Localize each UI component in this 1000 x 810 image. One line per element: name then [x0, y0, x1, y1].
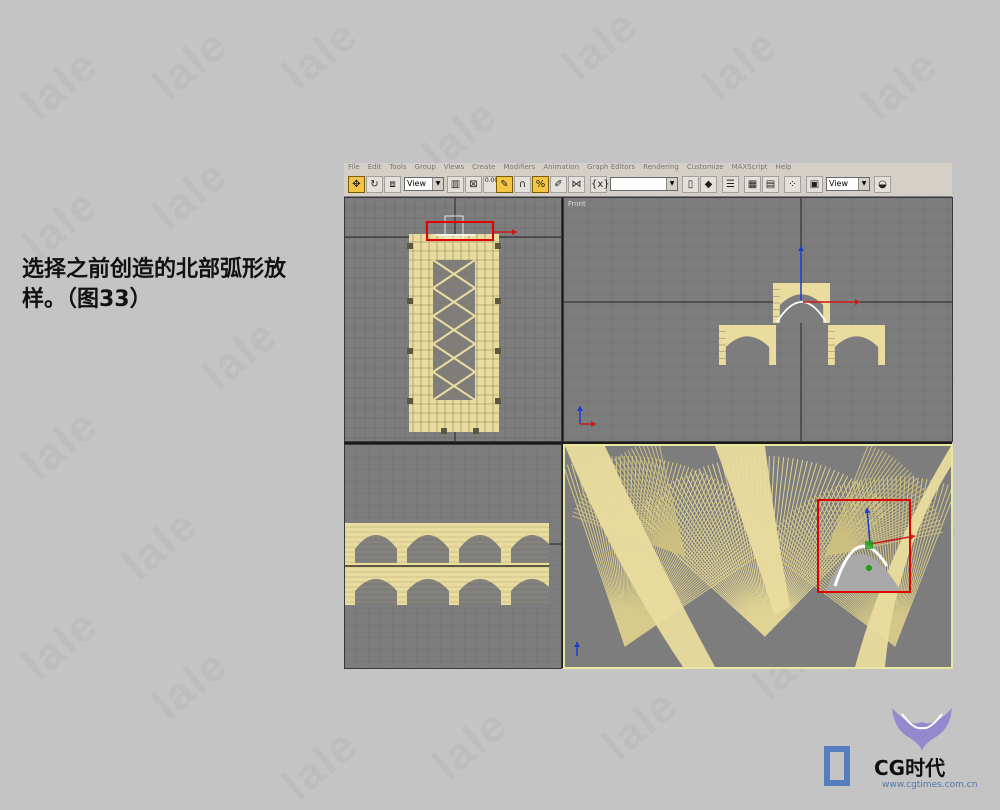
select-rotate-icon[interactable]: ↻: [366, 176, 383, 193]
watermark-text: lale: [113, 500, 207, 591]
menu-item[interactable]: Graph Editors: [583, 163, 639, 171]
menu-item[interactable]: Rendering: [639, 163, 683, 171]
mirror-icon[interactable]: ⋈: [568, 176, 585, 193]
menu-item[interactable]: Views: [440, 163, 468, 171]
menu-item[interactable]: File: [344, 163, 364, 171]
viewport-perspective[interactable]: [565, 446, 951, 667]
curve-editor-icon[interactable]: ▦: [744, 176, 761, 193]
render-view-value: View: [829, 179, 848, 188]
render-setup-icon[interactable]: ▣: [806, 176, 823, 193]
render-view-dropdown[interactable]: View ▼: [826, 177, 870, 191]
schematic-view-icon[interactable]: ▤: [762, 176, 779, 193]
viewport-front[interactable]: Front: [564, 198, 952, 441]
quick-render-icon[interactable]: ◒: [874, 176, 891, 193]
logo-url: www.cgtimes.com.cn: [882, 780, 977, 790]
watermark-text: lale: [423, 700, 517, 791]
material-editor-icon[interactable]: ⁘: [784, 176, 801, 193]
snap-toggle-icon[interactable]: ⊠: [465, 176, 482, 193]
angle-snap-icon[interactable]: ✎: [496, 176, 513, 193]
viewport-perspective-canvas: [565, 446, 951, 667]
watermark-text: lale: [593, 680, 687, 771]
layer-manager-icon[interactable]: ☰: [722, 176, 739, 193]
main-toolbar: ✥ ↻ ⧈ View ▼ ▥ ⊠ 0.00 ✎ ∩ % ✐ ⋈ {x} ▼ ▯ …: [344, 174, 952, 197]
watermark-text: lale: [193, 310, 287, 401]
menu-item[interactable]: Customize: [683, 163, 728, 171]
reference-coord-value: View: [407, 179, 426, 188]
caption-text: 选择之前创造的北部弧形放样。（图33）: [22, 255, 322, 315]
chevron-down-icon: ▼: [432, 178, 443, 190]
percent-snap-icon[interactable]: %: [532, 176, 549, 193]
menu-item[interactable]: Tools: [385, 163, 410, 171]
viewport-left-canvas: [345, 445, 561, 668]
watermark-text: lale: [693, 20, 787, 111]
align-icon[interactable]: ◆: [700, 176, 717, 193]
app-window: FileEditToolsGroupViewsCreateModifiersAn…: [344, 163, 952, 668]
watermark-text: lale: [273, 720, 367, 810]
menu-item[interactable]: Modifiers: [499, 163, 539, 171]
watermark-text: lale: [13, 40, 107, 131]
menu-item[interactable]: Edit: [364, 163, 386, 171]
reference-coord-dropdown[interactable]: View ▼: [404, 177, 444, 191]
menu-item[interactable]: Group: [411, 163, 440, 171]
watermark-text: lale: [553, 0, 647, 90]
named-selection-dropdown[interactable]: ▼: [610, 177, 678, 191]
watermark-text: lale: [853, 40, 947, 131]
menu-item[interactable]: Animation: [539, 163, 583, 171]
viewport-top[interactable]: [345, 198, 561, 441]
site-logo: CG时代 www.cgtimes.com.cn: [822, 700, 992, 798]
menu-bar: FileEditToolsGroupViewsCreateModifiersAn…: [344, 163, 952, 174]
magnet-icon[interactable]: ∩: [514, 176, 531, 193]
menu-item[interactable]: Create: [468, 163, 499, 171]
viewport-top-canvas: [345, 198, 561, 441]
selection-filter-icon[interactable]: {x}: [590, 176, 607, 193]
select-scale-icon[interactable]: ⧈: [384, 176, 401, 193]
menu-item[interactable]: Help: [772, 163, 796, 171]
watermark-text: lale: [273, 10, 367, 101]
chevron-down-icon: ▼: [858, 178, 869, 190]
select-move-icon[interactable]: ✥: [348, 176, 365, 193]
pivot-center-icon[interactable]: ▥: [447, 176, 464, 193]
watermark-text: lale: [13, 400, 107, 491]
viewport-left[interactable]: [345, 445, 561, 668]
mirror-tool-icon[interactable]: ▯: [682, 176, 699, 193]
viewport-front-canvas: [564, 198, 952, 441]
logo-text: CG时代: [874, 752, 945, 781]
watermark-text: lale: [143, 640, 237, 731]
watermark-text: lale: [13, 600, 107, 691]
watermark-text: lale: [143, 20, 237, 111]
menu-item[interactable]: MAXScript: [728, 163, 772, 171]
edit-named-selection-icon[interactable]: ✐: [550, 176, 567, 193]
watermark-text: lale: [143, 150, 237, 241]
chevron-down-icon: ▼: [666, 178, 677, 190]
